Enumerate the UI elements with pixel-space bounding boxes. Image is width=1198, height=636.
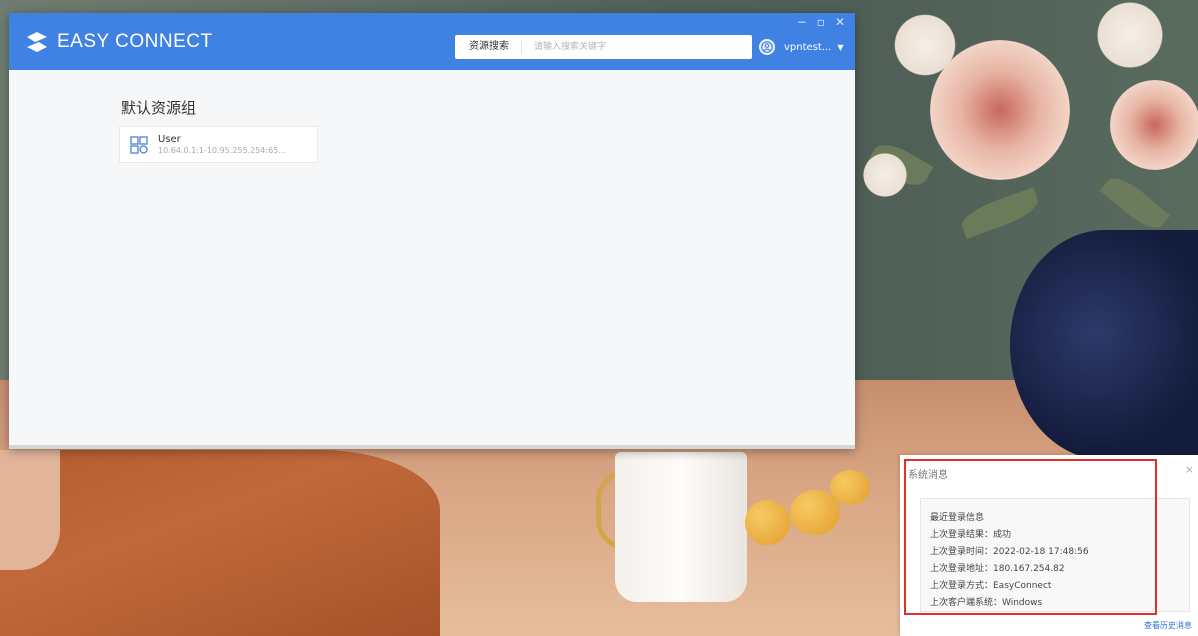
resource-card[interactable]: User 10.64.0.1:1-10.95.255.254:65... [119, 126, 318, 163]
search-category-tab[interactable]: 资源搜索 [455, 40, 522, 54]
app-logo: EASY CONNECT [25, 30, 213, 54]
wallpaper-lemon [745, 500, 790, 545]
search-input[interactable] [532, 41, 736, 53]
wallpaper-lemon [830, 470, 870, 505]
user-avatar-icon [759, 39, 775, 55]
resource-group-title: 默认资源组 [121, 99, 197, 117]
wallpaper-flower [860, 150, 910, 200]
username-label: vpntest... [784, 41, 832, 53]
window-bottom-border [9, 445, 855, 449]
wallpaper-flower [1090, 0, 1170, 70]
user-menu[interactable]: vpntest... ▼ [759, 39, 844, 55]
resource-search-box: 资源搜索 [455, 35, 752, 59]
resource-name: User [158, 133, 181, 145]
easyconnect-window: EASY CONNECT 资源搜索 vpntest... ▼ − ▫ ✕ 默认资… [9, 13, 855, 449]
view-history-link[interactable]: 查看历史消息 [1144, 620, 1192, 631]
close-button[interactable]: ✕ [835, 15, 845, 29]
window-controls: − ▫ ✕ [797, 15, 845, 29]
resource-text: User 10.64.0.1:1-10.95.255.254:65... [158, 134, 286, 156]
resource-address-range: 10.64.0.1:1-10.95.255.254:65... [158, 145, 286, 155]
wallpaper-flower [1110, 80, 1198, 170]
wallpaper-mug [615, 452, 747, 602]
chevron-down-icon[interactable]: ▼ [837, 43, 843, 52]
title-bar[interactable]: EASY CONNECT 资源搜索 vpntest... ▼ − ▫ ✕ [9, 13, 855, 70]
highlight-box [904, 459, 1157, 615]
wallpaper-arm [0, 450, 60, 570]
maximize-button[interactable]: ▫ [817, 15, 825, 29]
app-title: EASY CONNECT [57, 31, 213, 52]
wallpaper-vase [1010, 230, 1198, 460]
app-grid-icon [130, 135, 148, 154]
easyconnect-logo-icon [27, 32, 47, 52]
minimize-button[interactable]: − [797, 15, 807, 29]
close-icon[interactable]: × [1185, 463, 1194, 476]
wallpaper-flower [930, 40, 1070, 180]
wallpaper-dress [0, 450, 440, 636]
resource-panel: 默认资源组 User 10.64.0.1:1-10.95.255.254:65.… [9, 70, 855, 449]
